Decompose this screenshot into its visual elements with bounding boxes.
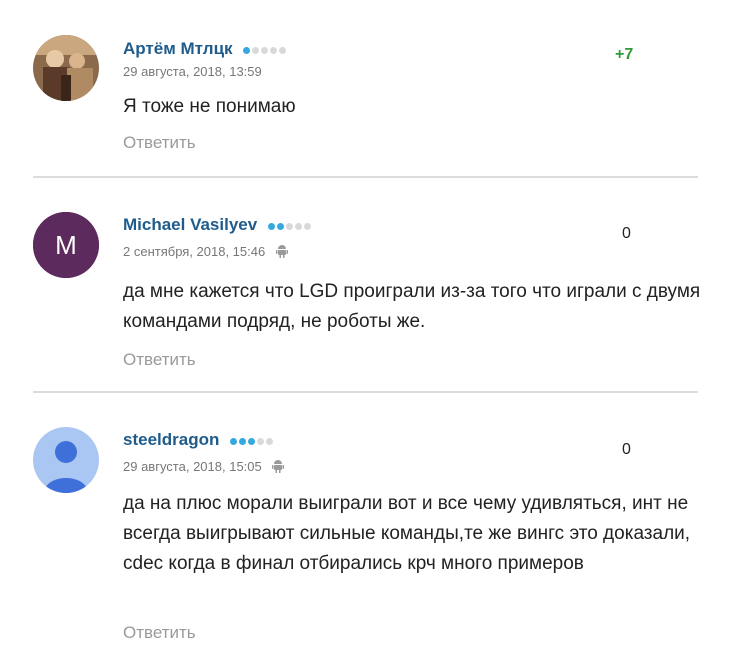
comment-item: M Michael Vasilyev 2 сентября, 2018, 15:… bbox=[0, 178, 730, 393]
reply-button[interactable]: Ответить bbox=[123, 623, 196, 643]
author-name-text: Артём Мтлцк bbox=[123, 39, 233, 58]
comment-date: 29 августа, 2018, 15:05 bbox=[123, 459, 285, 474]
avatar[interactable] bbox=[33, 35, 99, 101]
avatar[interactable]: M bbox=[33, 212, 99, 278]
author-name[interactable]: Артём Мтлцк bbox=[123, 39, 288, 60]
comment-item: Артём Мтлцк 29 августа, 2018, 13:59 +7 Я… bbox=[0, 0, 730, 178]
comment-score: 0 bbox=[622, 441, 631, 458]
comment-item: steeldragon 29 августа, 2018, 15:05 0 да… bbox=[0, 393, 730, 662]
default-user-icon bbox=[33, 427, 99, 493]
level-dots bbox=[230, 431, 275, 451]
comment-text: да на плюс морали выиграли вот и все чем… bbox=[123, 493, 691, 574]
author-name-text: Michael Vasilyev bbox=[123, 215, 258, 234]
reply-button[interactable]: Ответить bbox=[123, 350, 196, 370]
comment-text: да мне кажется что LGD проиграли из-за т… bbox=[123, 281, 701, 332]
reply-button[interactable]: Ответить bbox=[123, 133, 196, 153]
avatar[interactable] bbox=[33, 427, 99, 493]
avatar-initial: M bbox=[33, 212, 99, 278]
comment-text: Я тоже не понимаю bbox=[123, 96, 296, 117]
author-name[interactable]: Michael Vasilyev bbox=[123, 215, 313, 236]
android-icon bbox=[275, 245, 288, 258]
level-dots bbox=[243, 40, 288, 60]
comment-date: 29 августа, 2018, 13:59 bbox=[123, 64, 262, 79]
author-name-text: steeldragon bbox=[123, 430, 220, 449]
author-name[interactable]: steeldragon bbox=[123, 430, 275, 451]
comment-date: 2 сентября, 2018, 15:46 bbox=[123, 244, 289, 259]
level-dots bbox=[267, 216, 313, 236]
comment-score: +7 bbox=[615, 46, 634, 63]
comment-score: 0 bbox=[622, 225, 631, 242]
android-icon bbox=[272, 460, 285, 473]
svg-text:M: M bbox=[55, 230, 77, 260]
avatar-photo bbox=[33, 35, 99, 101]
